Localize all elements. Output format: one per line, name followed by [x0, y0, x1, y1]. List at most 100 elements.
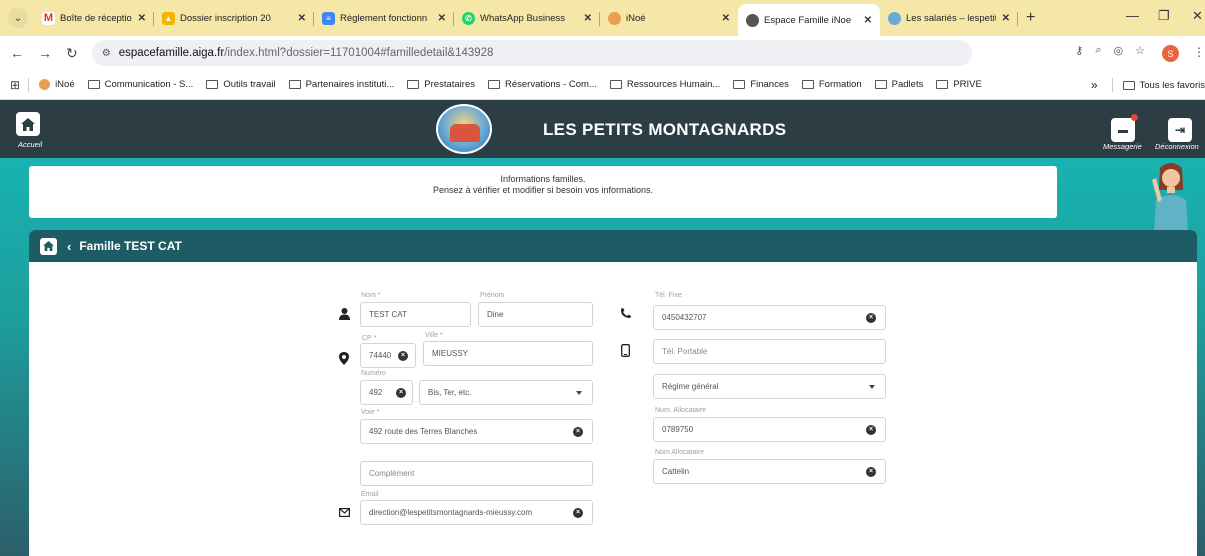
family-card: ‹ Famille TEST CAT	[29, 230, 1197, 556]
bis-ter-select[interactable]: Bis, Ter, etc.	[419, 380, 593, 405]
clear-icon[interactable]: ×	[396, 387, 406, 398]
bookmark-folder[interactable]: Finances	[733, 79, 789, 90]
messages-button[interactable]: ▬	[1111, 118, 1135, 142]
home-icon	[21, 117, 35, 131]
home-button[interactable]	[16, 112, 40, 136]
chevron-down-icon	[576, 390, 582, 395]
bookmark-folder[interactable]: Communication - S...	[87, 79, 193, 90]
mascot-illustration	[1152, 163, 1188, 232]
ville-field[interactable]: MIEUSSY	[423, 341, 593, 366]
card-title: Famille TEST CAT	[79, 239, 182, 253]
new-tab-icon[interactable]: +	[1026, 9, 1035, 27]
forward-icon[interactable]: →	[38, 45, 52, 61]
email-label: Email	[361, 491, 379, 498]
folder-icon	[936, 80, 949, 89]
bookmarks-overflow[interactable]: »	[1091, 78, 1098, 92]
globe-icon	[746, 13, 759, 27]
all-bookmarks[interactable]: Tous les favoris	[1122, 80, 1205, 91]
bookmark-folder[interactable]: PRIVE	[936, 79, 982, 90]
folder-icon	[407, 80, 420, 89]
close-tab-icon[interactable]: ✕	[1002, 13, 1010, 24]
tab-salaries[interactable]: Les salariés – lespetit ✕	[880, 4, 1018, 32]
messages-caption: Messagerie	[1103, 142, 1142, 151]
zoom-icon[interactable]: ⌕	[1095, 44, 1101, 57]
bookmark-folder[interactable]: Prestataires	[407, 79, 475, 90]
close-tab-icon[interactable]: ✕	[584, 13, 592, 24]
bookmark-star-icon[interactable]: ☆	[1135, 44, 1145, 57]
inoe-icon	[608, 11, 621, 25]
reload-icon[interactable]: ↻	[66, 45, 78, 62]
envelope-icon	[339, 508, 351, 520]
url-input[interactable]: ⚙ espacefamille.aiga.fr/index.html?dossi…	[91, 40, 972, 66]
apps-grid-icon[interactable]: ⊞	[10, 78, 20, 92]
gmail-icon: M	[42, 11, 55, 25]
restore-icon[interactable]: ❐	[1158, 8, 1170, 24]
clear-icon[interactable]: ×	[866, 424, 876, 435]
bookmark-folder[interactable]: Ressources Humain...	[609, 79, 720, 90]
numero-field[interactable]: 492 ×	[360, 380, 413, 405]
tab-inoe[interactable]: iNoé ✕	[600, 4, 738, 32]
card-home-button[interactable]	[40, 237, 57, 255]
app-header: Accueil LES PETITS MONTAGNARDS Messageri…	[0, 100, 1205, 158]
location-pin-icon	[339, 352, 349, 368]
clear-icon[interactable]: ×	[398, 350, 408, 361]
info-line-2: Pensez à vérifier et modifier si besoin …	[432, 185, 654, 195]
card-header: ‹ Famille TEST CAT	[29, 230, 1197, 262]
tab-drive[interactable]: ▲ Dossier inscription 20 ✕	[154, 4, 314, 32]
folder-icon	[609, 80, 622, 89]
logout-button[interactable]: ⇥	[1168, 118, 1192, 142]
minimize-icon[interactable]: —	[1126, 8, 1139, 23]
back-icon[interactable]: ←	[10, 45, 24, 61]
num-allocataire-field[interactable]: 0789750 ×	[653, 417, 886, 442]
bookmark-folder[interactable]: Formation	[801, 79, 862, 90]
close-tab-icon[interactable]: ✕	[864, 15, 872, 26]
bookmark-inoe[interactable]: iNoé	[39, 79, 75, 90]
bookmark-separator	[28, 77, 30, 92]
bookmark-folder[interactable]: Réservations - Com...	[487, 79, 597, 90]
mobile-icon	[621, 344, 630, 360]
close-tab-icon[interactable]: ✕	[438, 13, 446, 24]
close-tab-icon[interactable]: ✕	[722, 13, 730, 24]
tel-fixe-field[interactable]: 0450432707 ×	[653, 305, 886, 330]
clear-icon[interactable]: ×	[573, 426, 583, 437]
tab-search-icon[interactable]: ⌄	[8, 8, 28, 28]
notification-badge	[1131, 114, 1138, 121]
browser-menu-icon[interactable]: ⋮	[1193, 45, 1205, 59]
password-key-icon[interactable]: ⚷	[1075, 44, 1083, 57]
nom-allocataire-field[interactable]: Cattelin ×	[653, 459, 886, 484]
site-info-icon[interactable]: ⚙	[102, 48, 111, 59]
clear-icon[interactable]: ×	[866, 312, 876, 323]
tab-docs[interactable]: ≡ Règlement fonctionn ✕	[314, 4, 454, 32]
prenom-field[interactable]: Dine	[478, 302, 593, 327]
tel-portable-field[interactable]: Tél. Portable	[653, 339, 886, 364]
address-bar-icons: ⚷ ⌕ ◎ ☆	[1075, 44, 1145, 57]
cp-field[interactable]: 74440 ×	[360, 343, 416, 368]
tab-whatsapp[interactable]: ✆ WhatsApp Business ✕	[454, 4, 600, 32]
folder-icon	[801, 80, 814, 89]
voie-field[interactable]: 492 route des Terres Blanches ×	[360, 419, 593, 444]
app-title: LES PETITS MONTAGNARDS	[543, 120, 787, 139]
nom-field[interactable]: TEST CAT	[360, 302, 471, 327]
info-banner: Informations familles. Pensez à vérifier…	[29, 166, 1057, 218]
close-tab-icon[interactable]: ✕	[138, 13, 146, 24]
tab-espace-famille[interactable]: Espace Famille iNoe ✕	[738, 4, 880, 36]
folder-icon	[487, 80, 500, 89]
clear-icon[interactable]: ×	[573, 507, 583, 518]
bookmark-folder[interactable]: Partenaires instituti...	[288, 79, 394, 90]
close-window-icon[interactable]: ✕	[1192, 8, 1203, 24]
eye-off-icon[interactable]: ◎	[1114, 44, 1124, 57]
bookmark-folder[interactable]: Outils travail	[206, 79, 276, 90]
clear-icon[interactable]: ×	[866, 466, 876, 477]
back-chevron-icon[interactable]: ‹	[67, 239, 71, 254]
prenom-label: Prénom	[480, 292, 505, 299]
bookmark-folder[interactable]: Padlets	[874, 79, 923, 90]
folder-icon	[733, 80, 746, 89]
profile-avatar[interactable]: S	[1162, 45, 1179, 62]
regime-select[interactable]: Régime général	[653, 374, 886, 399]
complement-field[interactable]: Complément	[360, 461, 593, 486]
email-field[interactable]: direction@lespetitsmontagnards-mieussy.c…	[360, 500, 593, 525]
nom-label: Nom *	[361, 292, 381, 299]
tab-gmail[interactable]: M Boîte de réception (2✕	[34, 4, 154, 32]
close-tab-icon[interactable]: ✕	[298, 13, 306, 24]
logout-caption: Déconnexion	[1155, 142, 1199, 151]
